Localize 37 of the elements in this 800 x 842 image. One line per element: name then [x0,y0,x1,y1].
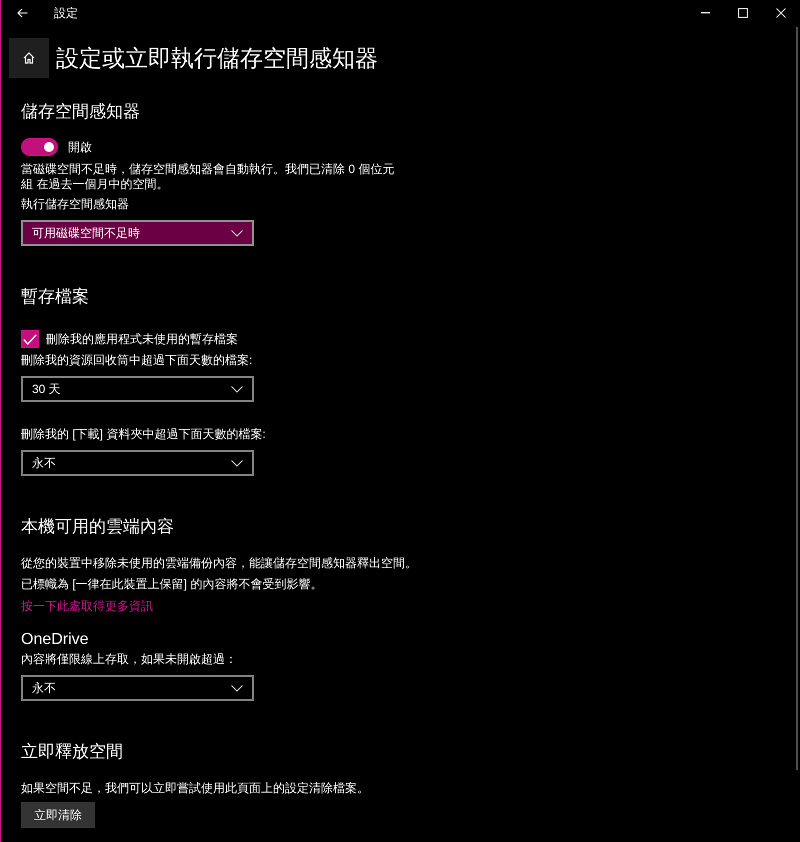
checkbox[interactable] [21,330,39,348]
section-heading: 暫存檔案 [21,286,89,308]
dropdown[interactable]: 永不 [21,450,254,476]
close-icon [776,8,786,18]
home-icon [23,52,35,64]
window-title: 設定 [54,6,79,20]
field-label: 內容將僅限線上存取，如果未開啟超過： [21,652,237,667]
dropdown[interactable]: 永不 [21,675,254,701]
home-button[interactable] [9,38,49,78]
minimize-icon [700,12,710,14]
scrollbar[interactable] [796,27,798,770]
chevron-down-icon [231,230,243,236]
dropdown[interactable]: 30 天 [21,376,254,402]
description-text: 當磁碟空間不足時，儲存空間感知器會自動執行。我們已清除 0 個位元組 在過去一個月中的空間。 [21,162,396,192]
back-arrow-icon [16,8,28,18]
description-text: 如果空間不足，我們可以立即嘗試使用此頁面上的設定清除檔案。 [21,781,369,796]
description-text: 已標幟為 [一律在此裝置上保留] 的內容將不會受到影響。 [21,577,322,592]
section-heading: 儲存空間感知器 [21,101,140,123]
chevron-down-icon [231,460,243,466]
info-link[interactable]: 按一下此處取得更多資訊 [21,599,153,614]
description-text: 從您的裝置中移除未使用的雲端備份內容，能讓儲存空間感知器釋出空間。 [21,556,417,571]
page-title: 設定或立即執行儲存空間感知器 [56,44,378,73]
clean-now-button[interactable]: 立即清除 [21,802,95,828]
toggle-label: 開啟 [68,140,92,154]
section-heading: 本機可用的雲端內容 [21,516,174,538]
checkbox-label: 刪除我的應用程式未使用的暫存檔案 [46,332,238,346]
check-icon [23,334,37,344]
chevron-down-icon [231,684,243,692]
section-heading: 立即釋放空間 [21,741,123,763]
field-label: 執行儲存空間感知器 [21,197,129,212]
field-label: 刪除我的 [下載] 資料夾中超過下面天數的檔案: [21,427,266,442]
subsection-title: OneDrive [21,630,89,650]
toggle-switch[interactable] [21,138,58,156]
maximize-icon [738,8,748,18]
chevron-down-icon [231,386,243,392]
dropdown[interactable]: 可用磁碟空間不足時 [21,220,254,246]
field-label: 刪除我的資源回收筒中超過下面天數的檔案: [21,353,252,368]
